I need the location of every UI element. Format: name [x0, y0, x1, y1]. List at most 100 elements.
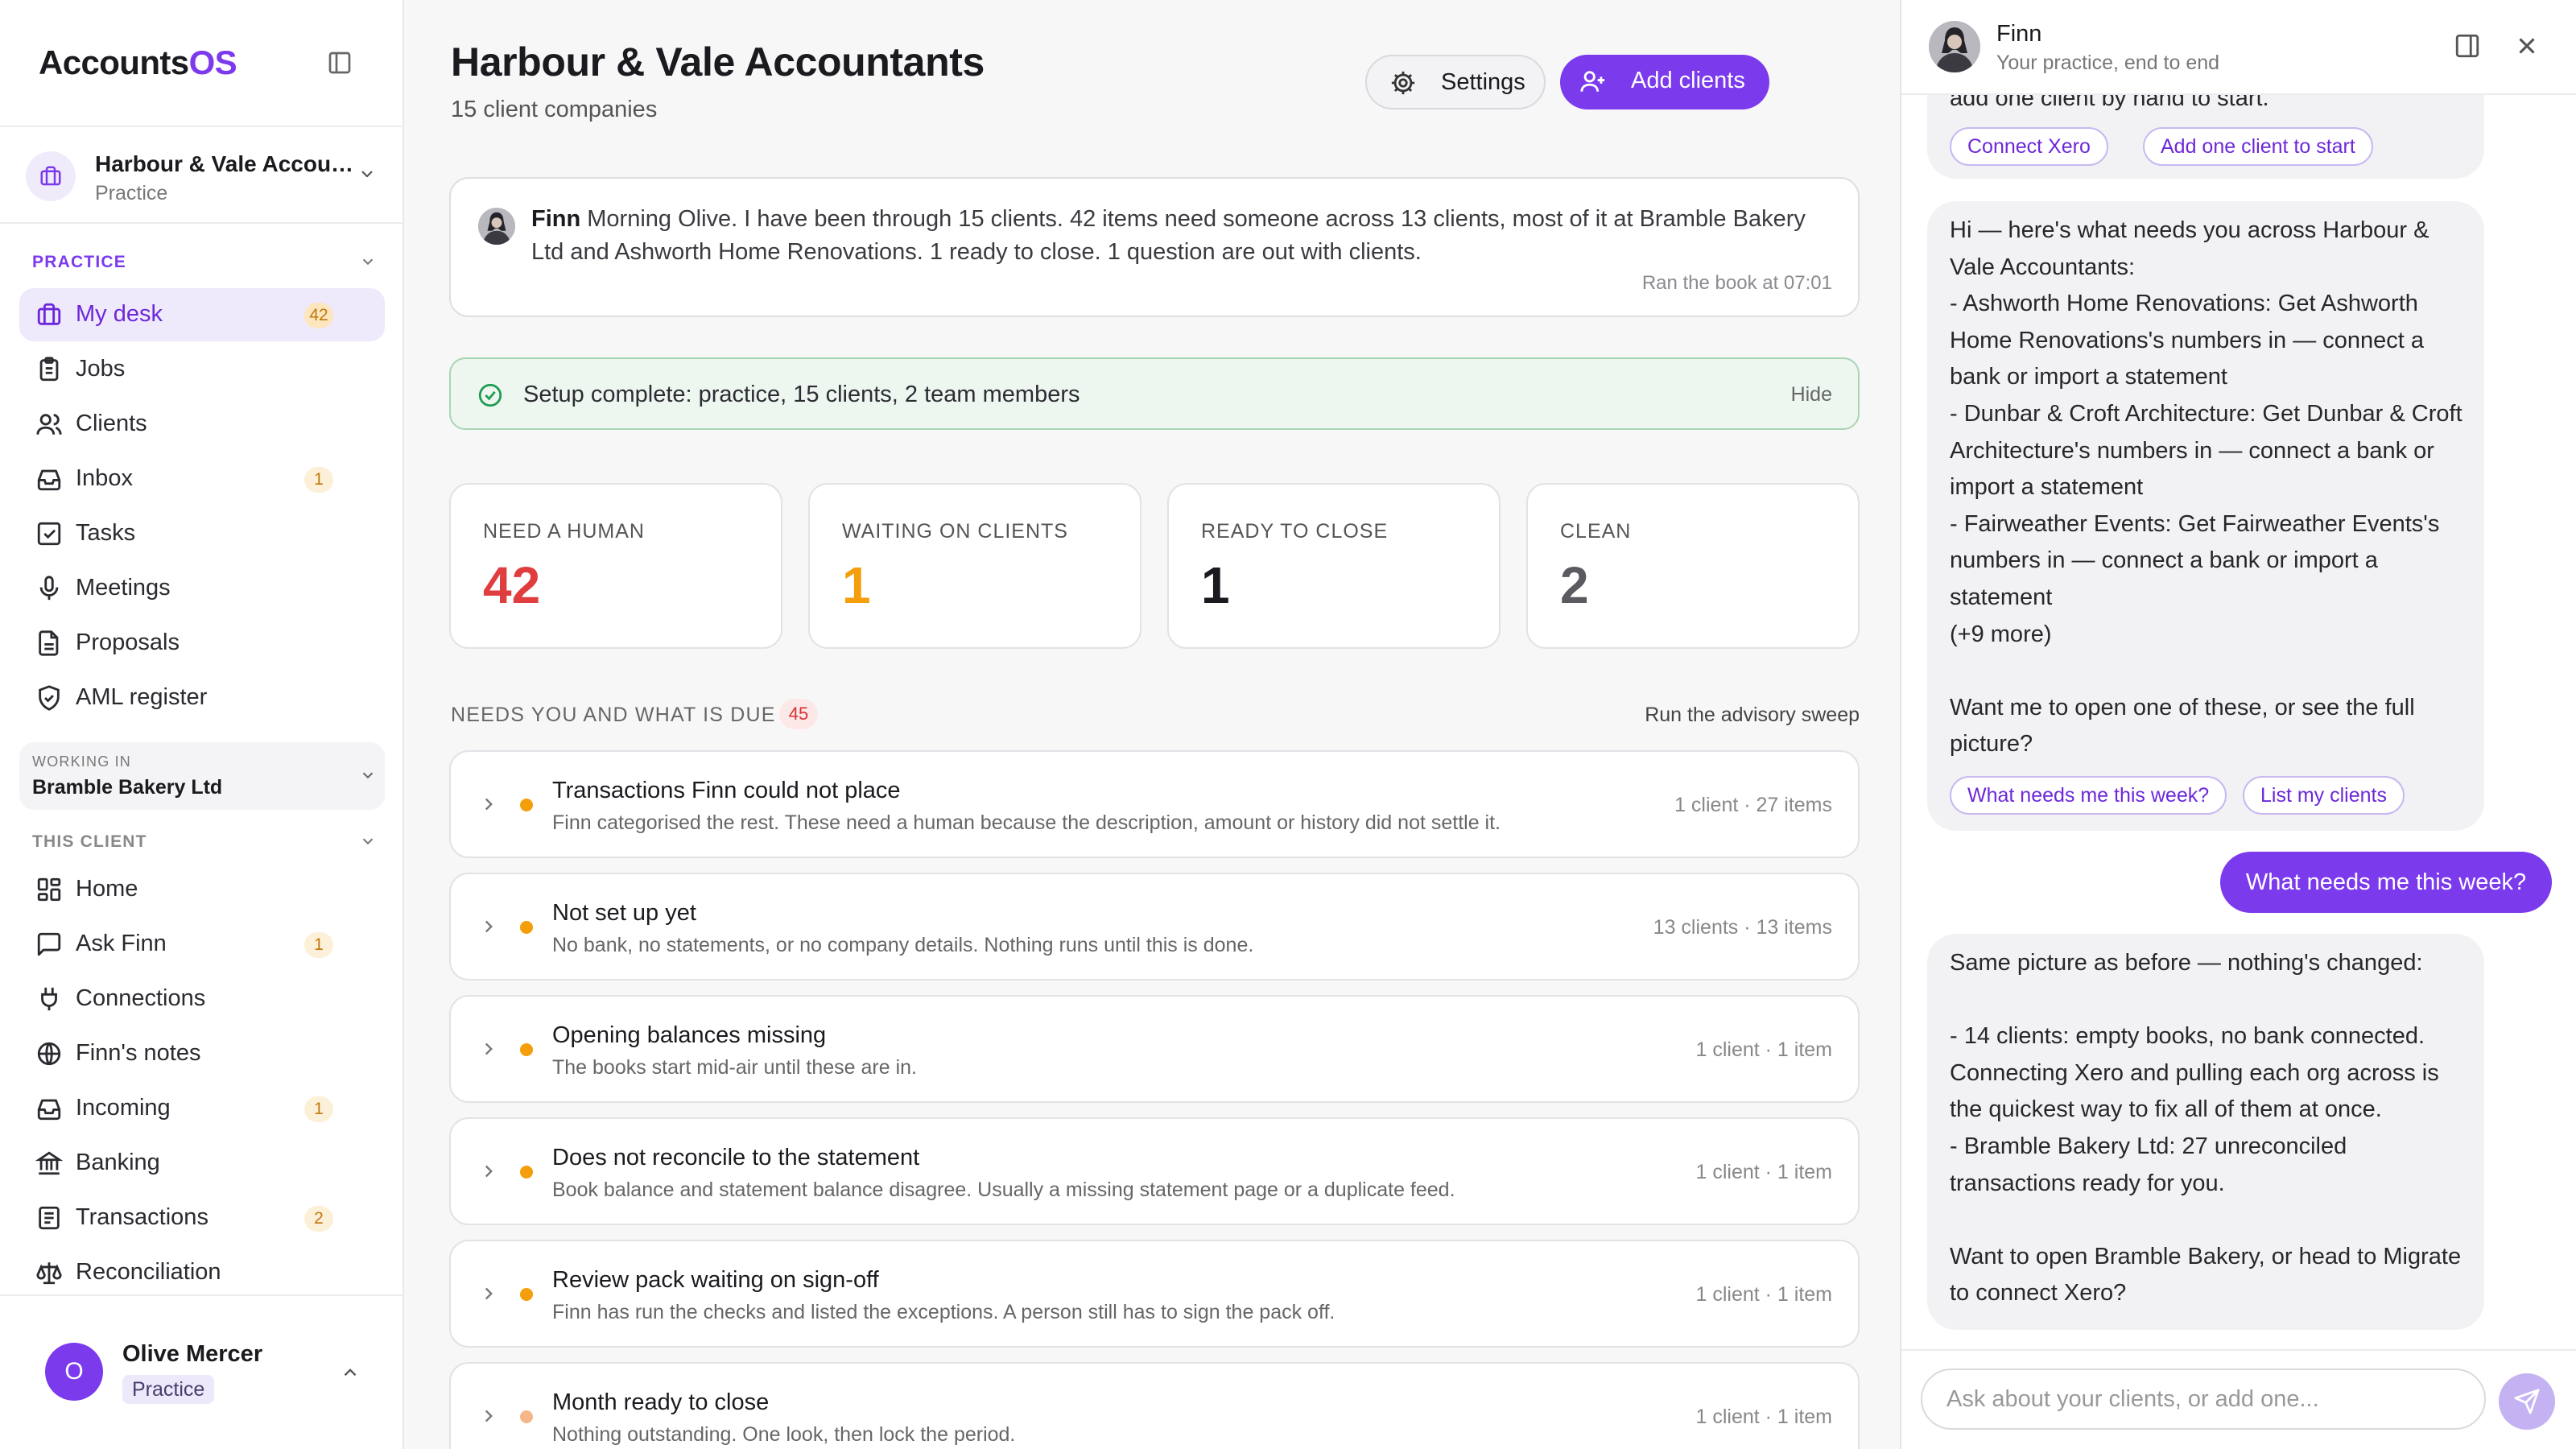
sidebar-item-label: Proposals [76, 630, 180, 655]
chevron-up-icon [340, 1362, 361, 1383]
sidebar-item-meetings[interactable]: Meetings [19, 562, 385, 615]
chevron-right-icon[interactable] [478, 1038, 499, 1059]
sidebar-item-ask-finn[interactable]: Ask Finn 1 [19, 918, 385, 971]
stat-card[interactable]: WAITING ON CLIENTS 1 [808, 483, 1141, 649]
section-label-this-client: THIS CLIENT [32, 832, 147, 851]
send-icon [2513, 1388, 2541, 1415]
sidebar-item-incoming[interactable]: Incoming 1 [19, 1082, 385, 1135]
sidebar-item-aml-register[interactable]: AML register [19, 671, 385, 724]
suggestion-chip[interactable]: Connect Xero [1950, 127, 2108, 166]
sidebar-item-jobs[interactable]: Jobs [19, 343, 385, 396]
status-dot [520, 1410, 533, 1423]
user-menu[interactable]: O Olive Mercer Practice [0, 1294, 404, 1449]
finn-chat-panel: Finn Your practice, end to end add one c… [1900, 0, 2576, 1449]
sidebar-item-tasks[interactable]: Tasks [19, 507, 385, 560]
stat-value: 1 [842, 556, 871, 614]
microphone-icon [35, 575, 63, 602]
chat-messages[interactable]: add one client by hand to start. Connect… [1901, 95, 2576, 1349]
advisory-sweep-link[interactable]: Run the advisory sweep [1645, 704, 1860, 727]
due-row[interactable]: Opening balances missing The books start … [449, 995, 1860, 1103]
sidebar-item-transactions[interactable]: Transactions 2 [19, 1191, 385, 1245]
bank-icon [35, 1150, 63, 1177]
briefcase-icon [35, 301, 63, 328]
due-row[interactable]: Not set up yet No bank, no statements, or… [449, 873, 1860, 980]
sidebar-item-my-desk[interactable]: My desk 42 [19, 288, 385, 341]
sidebar-item-inbox[interactable]: Inbox 1 [19, 452, 385, 506]
suggestion-chip[interactable]: List my clients [2243, 776, 2405, 815]
sidebar: AccountsOS Harbour & Vale Accountants Pr… [0, 0, 404, 1449]
stat-card[interactable]: CLEAN 2 [1526, 483, 1860, 649]
sidebar-item-label: Banking [76, 1150, 160, 1175]
user-message: What needs me this week? [2220, 852, 2552, 913]
app-logo[interactable]: AccountsOS [39, 43, 237, 82]
chevron-right-icon[interactable] [478, 1161, 499, 1182]
org-name: Harbour & Vale Accountants [95, 151, 356, 176]
sidebar-item-finn-s-notes[interactable]: Finn's notes [19, 1027, 385, 1080]
count-badge: 1 [304, 467, 333, 493]
row-description: Finn categorised the rest. These need a … [552, 811, 1501, 834]
assistant-message: add one client by hand to start. Connect… [1927, 95, 2484, 179]
user-plus-icon [1579, 68, 1607, 95]
sidebar-item-banking[interactable]: Banking [19, 1137, 385, 1190]
hide-button[interactable]: Hide [1791, 383, 1832, 407]
status-dot [520, 799, 533, 811]
document-icon [35, 630, 63, 657]
sidebar-item-label: Transactions [76, 1204, 208, 1230]
sidebar-item-reconciliation[interactable]: Reconciliation [19, 1246, 385, 1299]
row-title: Month ready to close [552, 1389, 770, 1415]
settings-button[interactable]: Settings [1365, 55, 1546, 109]
collapse-sidebar-icon[interactable] [327, 50, 353, 76]
working-in-switcher[interactable]: WORKING IN Bramble Bakery Ltd [19, 742, 385, 810]
send-button[interactable] [2499, 1373, 2555, 1430]
stat-value: 42 [483, 556, 541, 614]
sidebar-item-proposals[interactable]: Proposals [19, 617, 385, 670]
sidebar-item-label: Inbox [76, 465, 133, 491]
sidebar-item-connections[interactable]: Connections [19, 972, 385, 1026]
message-text: Same picture as before — nothing's chang… [1950, 950, 2462, 1307]
due-row[interactable]: Does not reconcile to the statement Book … [449, 1117, 1860, 1225]
chevron-down-icon[interactable] [359, 832, 377, 850]
due-row[interactable]: Month ready to close Nothing outstanding.… [449, 1362, 1860, 1449]
chevron-right-icon[interactable] [478, 1406, 499, 1426]
dock-panel-icon[interactable] [2454, 32, 2481, 60]
chevron-down-icon[interactable] [359, 253, 377, 270]
stat-label: WAITING ON CLIENTS [842, 520, 1068, 543]
sidebar-item-label: Home [76, 876, 138, 902]
suggestion-chip[interactable]: What needs me this week? [1950, 776, 2227, 815]
chevron-right-icon[interactable] [478, 1283, 499, 1304]
row-title: Transactions Finn could not place [552, 778, 901, 803]
settings-label: Settings [1441, 69, 1525, 95]
row-title: Not set up yet [552, 900, 696, 926]
sidebar-item-clients[interactable]: Clients [19, 398, 385, 451]
suggestion-chip[interactable]: Add one client to start [2143, 127, 2373, 166]
finn-briefing: Finn Morning Olive. I have been through … [449, 177, 1860, 317]
sidebar-item-label: Incoming [76, 1095, 171, 1121]
message-text: add one client by hand to start. [1950, 95, 2269, 111]
due-row[interactable]: Transactions Finn could not place Finn ca… [449, 750, 1860, 858]
due-row[interactable]: Review pack waiting on sign-off Finn has … [449, 1240, 1860, 1348]
divider [0, 222, 404, 224]
chevron-right-icon[interactable] [478, 916, 499, 937]
count-badge: 42 [304, 303, 333, 328]
stat-card[interactable]: READY TO CLOSE 1 [1167, 483, 1501, 649]
user-role-badge: Practice [122, 1375, 215, 1404]
section-label-due: NEEDS YOU AND WHAT IS DUE [451, 704, 776, 726]
briefing-author: Finn [531, 206, 581, 232]
setup-text: Setup complete: practice, 15 clients, 2 … [523, 382, 1080, 407]
section-label-practice: PRACTICE [32, 253, 126, 271]
status-dot [520, 1043, 533, 1056]
row-title: Review pack waiting on sign-off [552, 1267, 879, 1293]
add-clients-button[interactable]: Add clients [1560, 55, 1769, 109]
checkbox-icon [35, 520, 63, 547]
row-description: No bank, no statements, or no company de… [552, 934, 1254, 956]
close-icon[interactable] [2513, 32, 2541, 60]
sidebar-item-label: Finn's notes [76, 1040, 201, 1066]
stat-card[interactable]: NEED A HUMAN 42 [449, 483, 782, 649]
sidebar-item-home[interactable]: Home [19, 863, 385, 916]
chat-input[interactable] [1921, 1368, 2486, 1430]
org-switcher[interactable]: Harbour & Vale Accountants Practice [26, 145, 383, 209]
chevron-right-icon[interactable] [478, 794, 499, 815]
scale-icon [35, 1259, 63, 1286]
briefcase-icon [26, 151, 76, 201]
stat-value: 2 [1560, 556, 1589, 614]
